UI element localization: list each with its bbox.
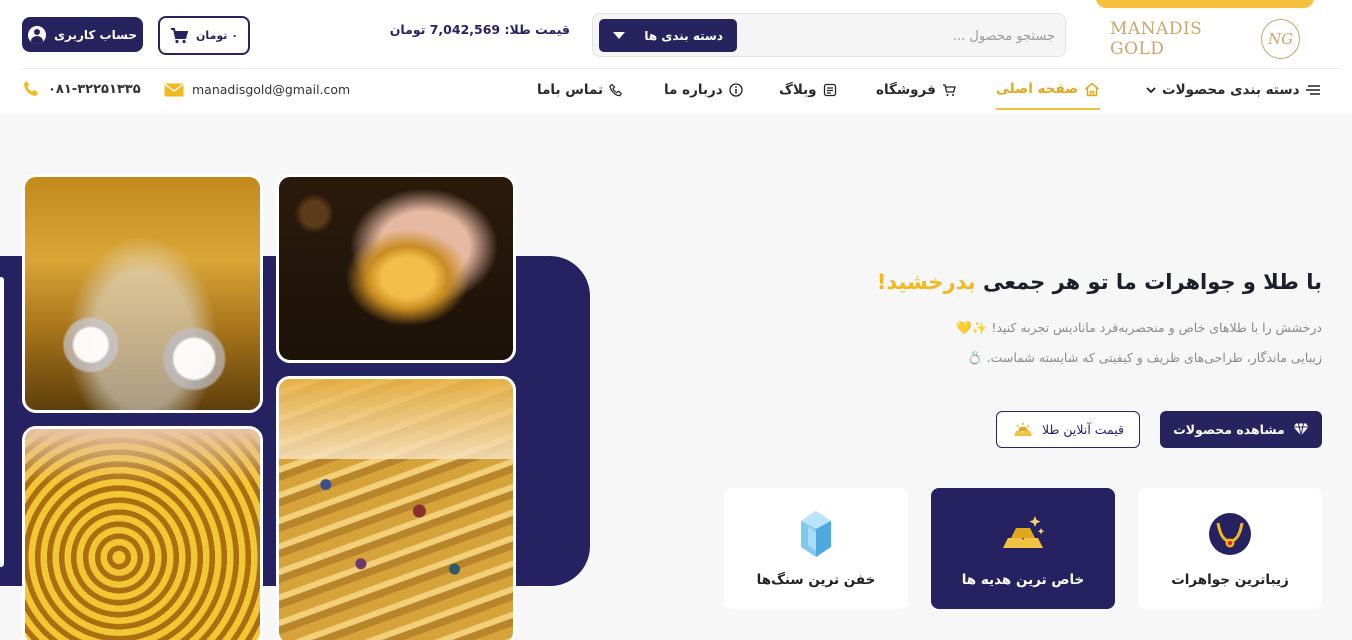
hero-title-main: با طلا و جواهرات ما تو هر جمعی [975, 270, 1322, 294]
cart-icon [942, 83, 956, 96]
contact-phone-text: ۰۸۱-۳۲۲۵۱۳۳۵ [48, 81, 141, 97]
gold-bars-sparkle-icon [999, 510, 1047, 558]
nav-categories[interactable]: دسته بندی محصولات [1146, 70, 1320, 110]
contact-email-text: manadisgold@gmail.com [192, 82, 351, 97]
category-dropdown-label: دسته بندی ها [644, 28, 723, 43]
card-stones[interactable]: خفن ترین سنگ‌ها [724, 488, 908, 609]
gold-chains-in-hand-photo [276, 174, 516, 363]
category-dropdown[interactable]: دسته بندی ها [599, 19, 737, 52]
account-button[interactable]: حساب کاربری [22, 17, 143, 52]
search-input[interactable] [755, 22, 1055, 50]
nav-home-label: صفحه اصلی [996, 81, 1079, 97]
cart-total: ۰ تومان [196, 29, 238, 42]
logo-monogram: NG [1261, 19, 1300, 59]
menu-lines-icon [1305, 85, 1320, 95]
card-jewelry-label: زیباترین جواهرات [1171, 571, 1289, 588]
logo-accent-tab [1096, 0, 1314, 8]
nav-categories-label: دسته بندی محصولات [1162, 82, 1300, 98]
site-logo[interactable]: MANADIS GOLD NG [1110, 18, 1300, 60]
card-gifts[interactable]: خاص ترین هدیه ها [931, 488, 1115, 609]
diamond-icon [1293, 423, 1309, 436]
user-icon [28, 25, 47, 44]
caret-down-icon [613, 32, 625, 39]
chevron-down-icon [1146, 87, 1156, 94]
gemstone-bracelets-photo [276, 376, 516, 640]
gold-bars-icon [1014, 422, 1032, 436]
gemstone-icon [792, 510, 840, 558]
hero-backdrop-edge [0, 277, 4, 567]
shopping-cart-icon [171, 27, 189, 43]
view-products-button[interactable]: مشاهده محصولات [1160, 411, 1322, 448]
nav-shop-label: فروشگاه [876, 82, 936, 98]
hero-subtitle-line-1: درخشش را با طلاهای خاص و منحصربه‌فرد مان… [956, 320, 1322, 335]
nav-contact[interactable]: تماس باما [537, 70, 623, 110]
nav-about[interactable]: درباره ما [664, 70, 743, 110]
diamond-rings-photo [22, 174, 263, 413]
gold-price-display: قیمت طلا: 7,042,569 تومان [389, 22, 570, 37]
account-label: حساب کاربری [54, 27, 137, 42]
hero-subtitle-line-2: زیبایی ماندگار، طراحی‌های ظریف و کیفیتی … [967, 350, 1322, 365]
home-icon [1085, 82, 1100, 96]
blog-icon [823, 83, 836, 97]
card-gifts-label: خاص ترین هدیه ها [961, 571, 1085, 588]
gold-chains-box-photo [22, 426, 263, 640]
nav-blog[interactable]: وبلاگ [779, 70, 837, 110]
mail-icon [164, 83, 184, 96]
card-jewelry[interactable]: زیباترین جواهرات [1138, 488, 1322, 609]
nav-shop[interactable]: فروشگاه [876, 70, 956, 110]
header-divider [22, 68, 1342, 69]
nav-home[interactable]: صفحه اصلی [996, 70, 1101, 110]
contact-phone[interactable]: ۰۸۱-۳۲۲۵۱۳۳۵ [22, 80, 141, 98]
hero-title-accent: بدرخشید! [876, 270, 976, 294]
nav-contact-label: تماس باما [537, 82, 604, 98]
logo-text: MANADIS GOLD [1110, 19, 1203, 59]
search-bar: دسته بندی ها [592, 13, 1066, 57]
phone-icon [609, 83, 623, 97]
cart-button[interactable]: ۰ تومان [158, 16, 250, 55]
info-icon [729, 83, 743, 97]
nav-blog-label: وبلاگ [779, 82, 817, 98]
online-gold-price-button[interactable]: قیمت آنلاین طلا [996, 411, 1140, 448]
nav-about-label: درباره ما [664, 82, 723, 98]
necklace-icon [1206, 510, 1254, 558]
site-header: MANADIS GOLD NG دسته بندی ها قیمت طلا: 7… [0, 0, 1352, 113]
hero-title: با طلا و جواهرات ما تو هر جمعی بدرخشید! [877, 270, 1322, 294]
contact-email[interactable]: manadisgold@gmail.com [164, 82, 350, 97]
view-products-label: مشاهده محصولات [1173, 422, 1285, 437]
card-stones-label: خفن ترین سنگ‌ها [756, 571, 876, 588]
phone-filled-icon [24, 81, 38, 96]
online-gold-price-label: قیمت آنلاین طلا [1042, 422, 1125, 437]
